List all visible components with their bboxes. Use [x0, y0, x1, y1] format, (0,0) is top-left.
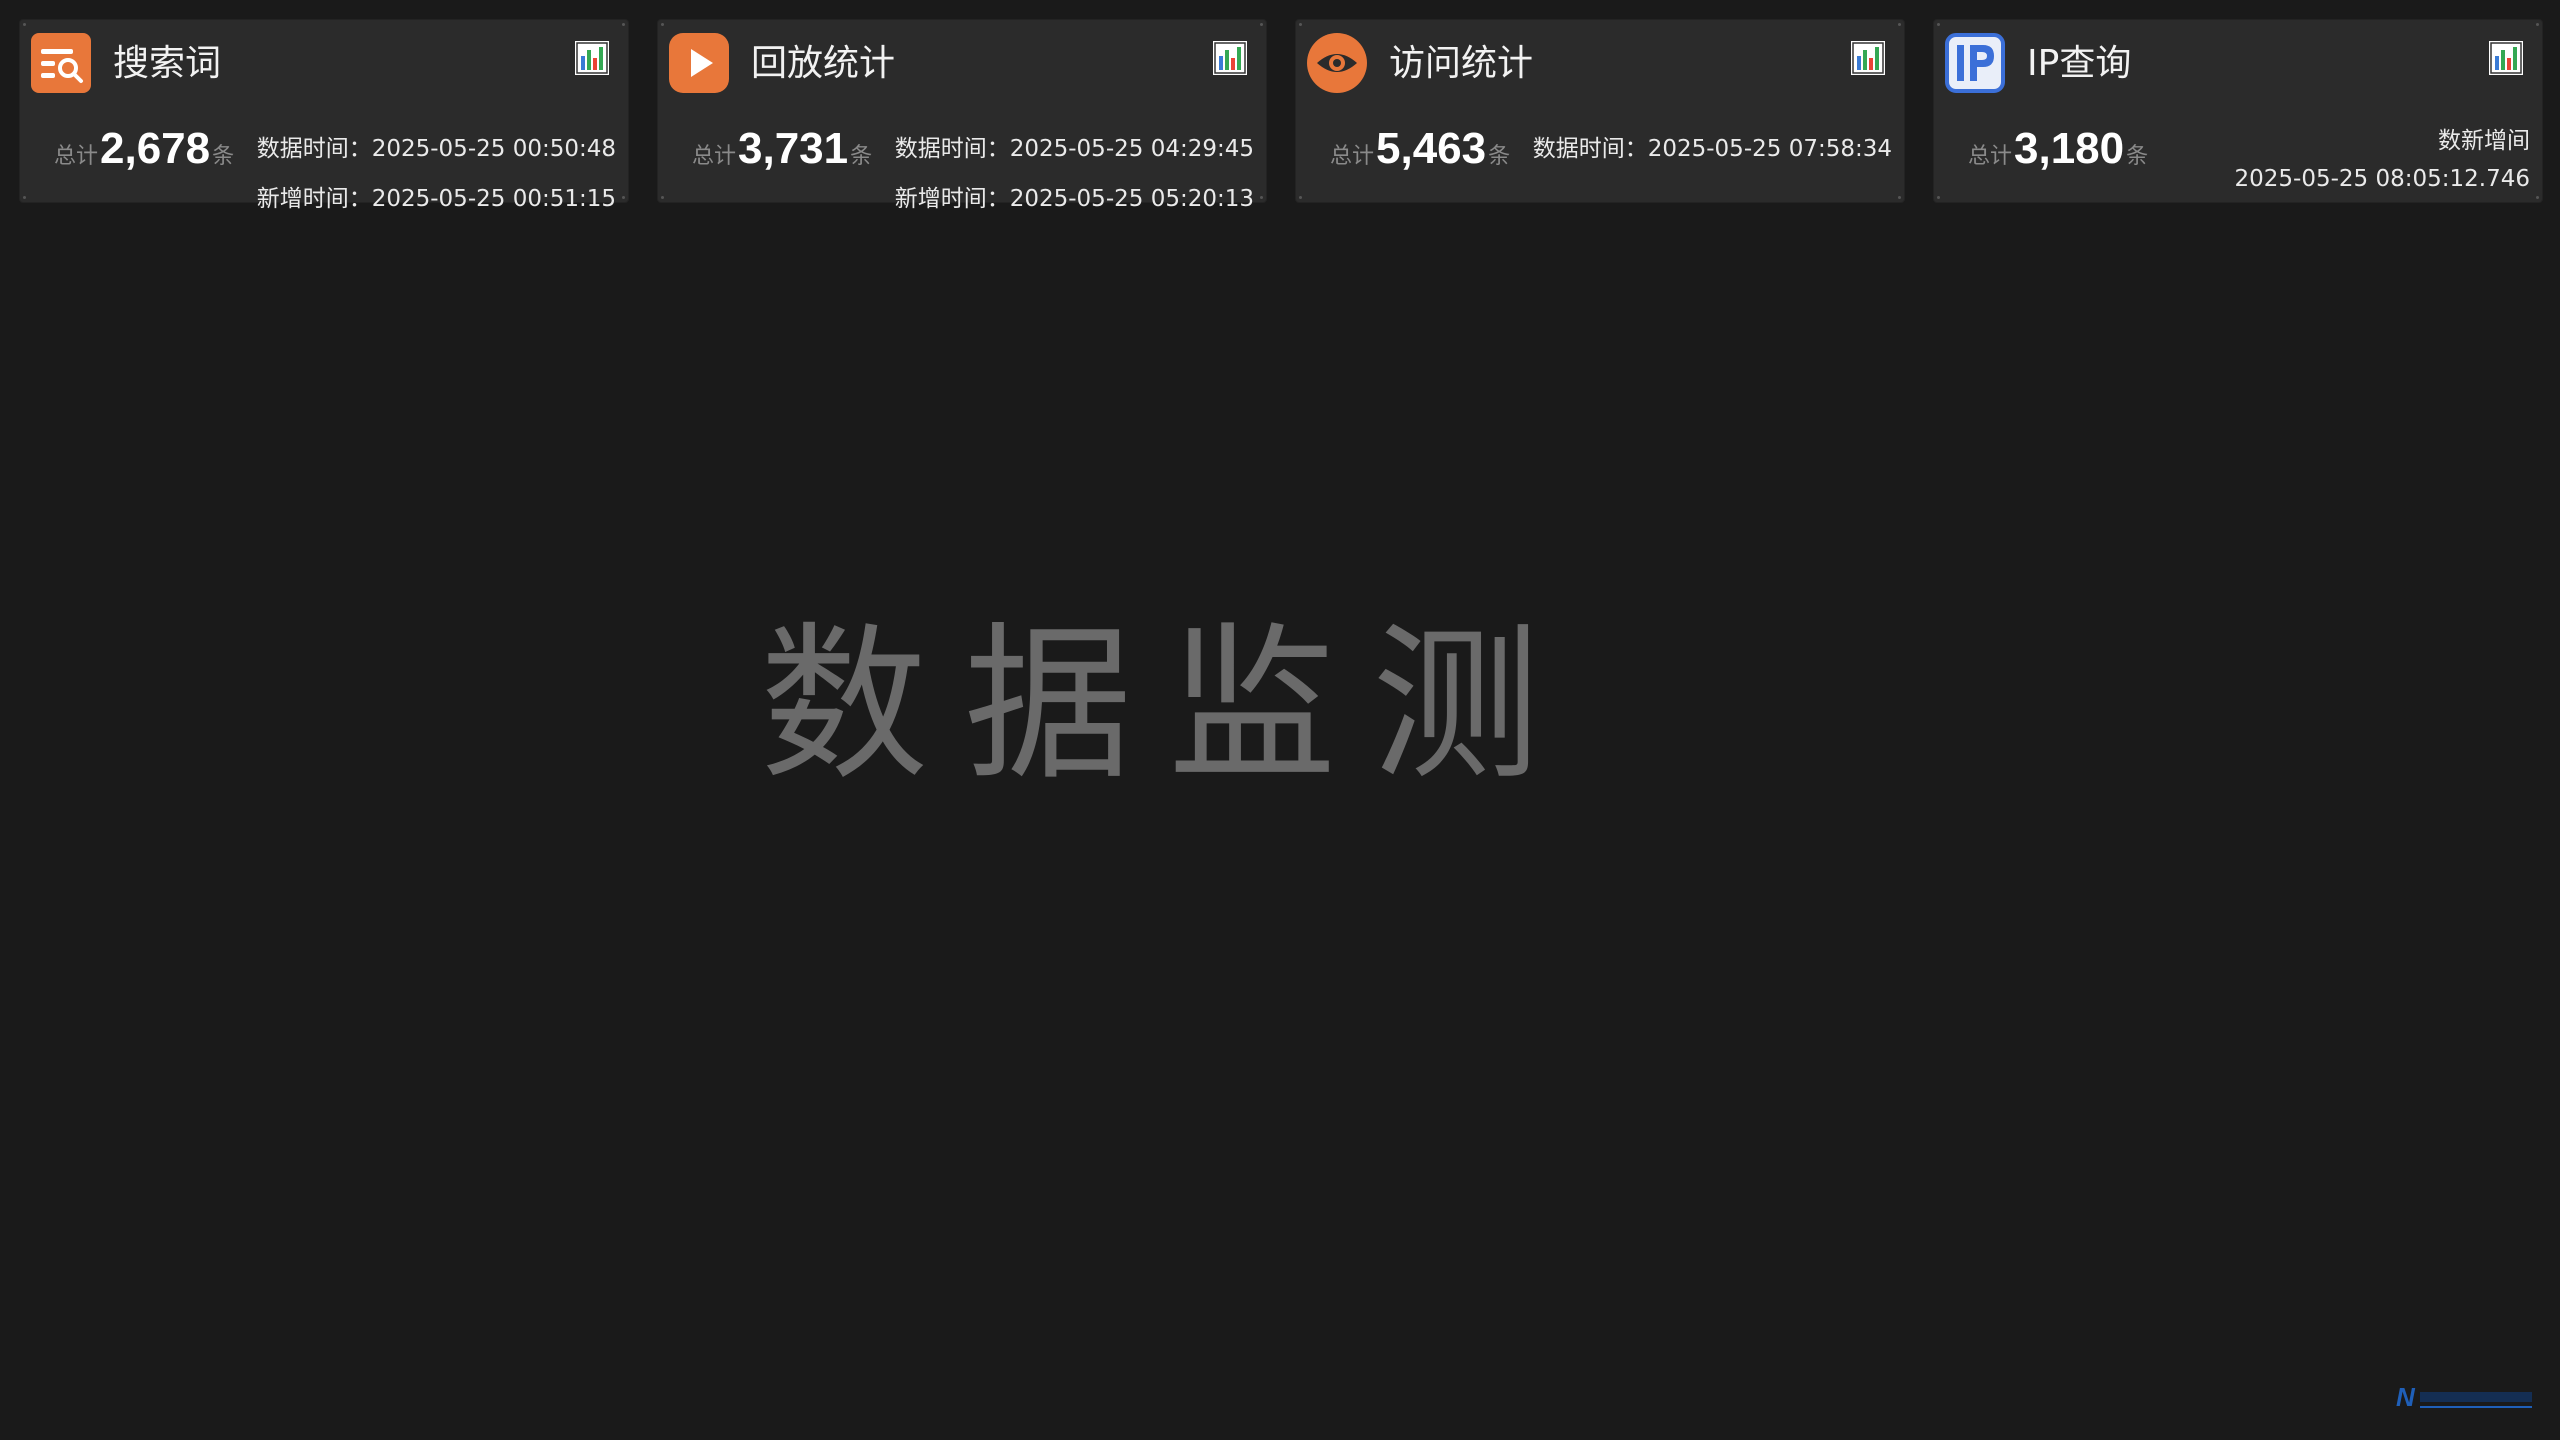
card-title: 搜索词	[113, 43, 222, 84]
time-info: 数据时间：2025-05-25 07:58:34	[1533, 124, 1892, 174]
card-search-terms[interactable]: 搜索词 总计 2,678 条 数据时间：2025-05-25 00:50:48 …	[20, 20, 628, 212]
added-time: 2025-05-25 08:05:12.746	[2234, 166, 2531, 192]
play-icon	[669, 33, 729, 93]
added-time: 新增时间：2025-05-25 05:20:13	[894, 186, 1254, 212]
total-value: 3,731	[738, 124, 849, 173]
ip-icon	[1945, 33, 2005, 93]
stat-cards: 搜索词 总计 2,678 条 数据时间：2025-05-25 00:50:48 …	[20, 20, 2542, 212]
bar-chart-icon[interactable]	[1212, 40, 1248, 76]
card-corner	[23, 23, 26, 26]
card-playback-stats[interactable]: 回放统计 总计 3,731 条 数据时间：2025-05-25 04:29:45…	[658, 20, 1266, 212]
card-corner	[23, 196, 26, 199]
card-corner	[1898, 196, 1901, 199]
total-value: 2,678	[100, 124, 211, 173]
card-corner	[1260, 23, 1263, 26]
card-corner	[622, 196, 625, 199]
card-corner	[622, 23, 625, 26]
total-count: 总计 3,180 条	[1968, 124, 2148, 184]
total-suffix: 条	[2126, 144, 2149, 169]
card-corner	[661, 196, 664, 199]
total-suffix: 条	[212, 144, 235, 169]
data-time: 数据时间：2025-05-25 00:50:48	[256, 136, 616, 162]
total-prefix: 总计	[692, 144, 737, 169]
svg-text:N: N	[2396, 1382, 2416, 1412]
time-info: 数据时间：2025-05-25 00:50:48 新增时间：2025-05-25…	[257, 124, 616, 224]
added-time-label: 数新增间	[2438, 128, 2530, 154]
total-prefix: 总计	[1330, 144, 1375, 169]
eye-icon	[1307, 33, 1367, 93]
total-prefix: 总计	[1968, 144, 2013, 169]
time-info: 数新增间 2025-05-25 08:05:12.746	[2235, 122, 2531, 198]
card-title: IP查询	[2027, 43, 2132, 84]
card-corner	[1260, 196, 1263, 199]
bar-chart-icon[interactable]	[1850, 40, 1886, 76]
card-ip-query[interactable]: IP查询 总计 3,180 条 数新增间 2025-05-25 08:05:12…	[1934, 20, 2542, 202]
card-corner	[1299, 196, 1302, 199]
card-visit-stats[interactable]: 访问统计 总计 5,463 条 数据时间：2025-05-25 07:58:34	[1296, 20, 1904, 202]
dashboard-page: 搜索词 总计 2,678 条 数据时间：2025-05-25 00:50:48 …	[0, 0, 2560, 1440]
total-suffix: 条	[850, 144, 873, 169]
card-title: 回放统计	[751, 43, 896, 84]
total-suffix: 条	[1488, 144, 1511, 169]
bar-chart-icon[interactable]	[2488, 40, 2524, 76]
added-time: 新增时间：2025-05-25 00:51:15	[256, 186, 616, 212]
total-count: 总计 3,731 条	[692, 124, 872, 184]
card-corner	[1299, 23, 1302, 26]
search-list-icon	[31, 33, 91, 93]
watermark-title: 数据监测	[760, 607, 1576, 803]
total-count: 总计 2,678 条	[54, 124, 234, 184]
total-prefix: 总计	[54, 144, 99, 169]
card-corner	[2536, 196, 2539, 199]
total-count: 总计 5,463 条	[1330, 124, 1510, 184]
brand-logo: N	[2396, 1382, 2532, 1412]
card-corner	[661, 23, 664, 26]
time-info: 数据时间：2025-05-25 04:29:45 新增时间：2025-05-25…	[895, 124, 1254, 224]
total-value: 5,463	[1376, 124, 1487, 173]
card-corner	[2536, 23, 2539, 26]
card-title: 访问统计	[1389, 43, 1534, 84]
total-value: 3,180	[2014, 124, 2125, 173]
data-time: 数据时间：2025-05-25 04:29:45	[894, 136, 1254, 162]
data-time: 数据时间：2025-05-25 07:58:34	[1532, 136, 1892, 162]
card-corner	[1937, 196, 1940, 199]
card-corner	[1898, 23, 1901, 26]
bar-chart-icon[interactable]	[574, 40, 610, 76]
card-corner	[1937, 23, 1940, 26]
